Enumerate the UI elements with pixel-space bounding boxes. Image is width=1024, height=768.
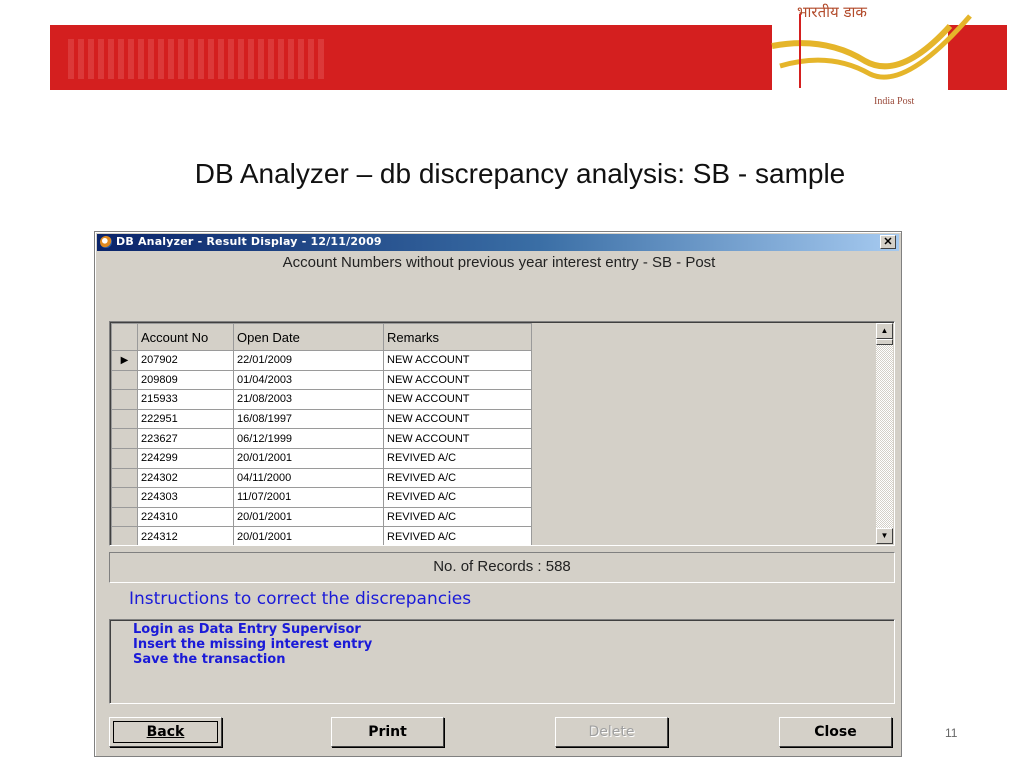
cell-open-date[interactable]: 21/08/2003 — [233, 389, 384, 410]
back-button-label: Back — [146, 724, 185, 740]
banner-faded-text — [68, 39, 328, 79]
app-icon — [100, 236, 112, 248]
instructions-box: Login as Data Entry Supervisor Insert th… — [109, 619, 895, 704]
row-pointer-icon[interactable]: ▶ — [111, 350, 138, 371]
table-row[interactable]: 224312 20/01/2001 REVIVED A/C — [111, 526, 532, 545]
row-selector[interactable] — [111, 467, 138, 489]
cell-remarks[interactable]: NEW ACCOUNT — [383, 428, 532, 449]
instructions-heading: Instructions to correct the discrepancie… — [129, 589, 472, 609]
row-selector-header — [111, 323, 138, 351]
table-row[interactable]: 223627 06/12/1999 NEW ACCOUNT — [111, 428, 532, 449]
logo-caption: India Post — [874, 96, 915, 107]
records-count: No. of Records : 588 — [109, 552, 895, 583]
row-selector[interactable] — [111, 408, 138, 430]
close-button-label: Close — [814, 724, 857, 740]
cell-open-date[interactable]: 20/01/2001 — [233, 447, 384, 469]
instruction-line: Login as Data Entry Supervisor — [133, 622, 361, 637]
cell-account-no[interactable]: 223627 — [137, 428, 234, 449]
close-icon[interactable]: ✕ — [880, 235, 896, 249]
scroll-down-icon[interactable]: ▼ — [876, 528, 893, 544]
cell-open-date[interactable]: 20/01/2001 — [233, 526, 384, 545]
row-selector[interactable] — [111, 428, 138, 449]
cell-account-no[interactable]: 224299 — [137, 447, 234, 469]
cell-remarks[interactable]: NEW ACCOUNT — [383, 350, 532, 371]
cell-account-no[interactable]: 224303 — [137, 487, 234, 508]
table-row[interactable]: 224310 20/01/2001 REVIVED A/C — [111, 506, 532, 528]
cell-remarks[interactable]: REVIVED A/C — [383, 526, 532, 545]
results-grid[interactable]: Account No Open Date Remarks ▶ 207902 22/0… — [109, 321, 895, 546]
cell-open-date[interactable]: 11/07/2001 — [233, 487, 384, 508]
cell-account-no[interactable]: 209809 — [137, 369, 234, 391]
table-row[interactable]: 209809 01/04/2003 NEW ACCOUNT — [111, 369, 532, 391]
slide-number: 11 — [945, 726, 958, 740]
row-selector[interactable] — [111, 506, 138, 528]
cell-account-no[interactable]: 222951 — [137, 408, 234, 430]
instruction-line: Save the transaction — [133, 652, 286, 667]
table-row[interactable]: 224299 20/01/2001 REVIVED A/C — [111, 447, 532, 469]
column-header-open-date[interactable]: Open Date — [233, 323, 384, 351]
cell-remarks[interactable]: NEW ACCOUNT — [383, 408, 532, 430]
cell-open-date[interactable]: 01/04/2003 — [233, 369, 384, 391]
cell-open-date[interactable]: 22/01/2009 — [233, 350, 384, 371]
cell-remarks[interactable]: REVIVED A/C — [383, 447, 532, 469]
cell-open-date[interactable]: 20/01/2001 — [233, 506, 384, 528]
cell-remarks[interactable]: REVIVED A/C — [383, 487, 532, 508]
table-row[interactable]: 224303 11/07/2001 REVIVED A/C — [111, 487, 532, 508]
table-row[interactable]: 224302 04/11/2000 REVIVED A/C — [111, 467, 532, 489]
print-button-label: Print — [368, 724, 407, 740]
cell-remarks[interactable]: REVIVED A/C — [383, 506, 532, 528]
table-row[interactable]: ▶ 207902 22/01/2009 NEW ACCOUNT — [111, 350, 532, 371]
india-post-logo-icon — [771, 14, 972, 88]
table-header-row: Account No Open Date Remarks — [111, 323, 532, 351]
delete-button[interactable]: Delete — [555, 717, 668, 747]
window-titlebar[interactable]: DB Analyzer - Result Display - 12/11/200… — [97, 234, 899, 251]
column-header-account-no[interactable]: Account No — [137, 323, 234, 351]
row-selector[interactable] — [111, 369, 138, 391]
table-row[interactable]: 222951 16/08/1997 NEW ACCOUNT — [111, 408, 532, 430]
cell-account-no[interactable]: 224302 — [137, 467, 234, 489]
cell-account-no[interactable]: 224312 — [137, 526, 234, 545]
back-button[interactable]: Back — [109, 717, 222, 747]
row-selector[interactable] — [111, 487, 138, 508]
row-selector[interactable] — [111, 447, 138, 469]
cell-remarks[interactable]: REVIVED A/C — [383, 467, 532, 489]
close-button[interactable]: Close — [779, 717, 892, 747]
row-selector[interactable] — [111, 389, 138, 410]
slide-title: DB Analyzer – db discrepancy analysis: S… — [194, 158, 846, 189]
results-table: Account No Open Date Remarks ▶ 207902 22/0… — [111, 323, 532, 545]
column-header-remarks[interactable]: Remarks — [383, 323, 532, 351]
vertical-scrollbar[interactable]: ▲ ▼ — [876, 323, 893, 544]
db-analyzer-window: DB Analyzer - Result Display - 12/11/200… — [94, 231, 902, 757]
instruction-line: Insert the missing interest entry — [133, 637, 373, 652]
cell-account-no[interactable]: 215933 — [137, 389, 234, 410]
row-selector[interactable] — [111, 526, 138, 545]
cell-remarks[interactable]: NEW ACCOUNT — [383, 389, 532, 410]
cell-open-date[interactable]: 04/11/2000 — [233, 467, 384, 489]
scroll-thumb[interactable] — [876, 339, 893, 345]
cell-open-date[interactable]: 16/08/1997 — [233, 408, 384, 430]
cell-remarks[interactable]: NEW ACCOUNT — [383, 369, 532, 391]
result-caption: Account Numbers without previous year in… — [282, 254, 716, 271]
print-button[interactable]: Print — [331, 717, 444, 747]
cell-account-no[interactable]: 224310 — [137, 506, 234, 528]
cell-account-no[interactable]: 207902 — [137, 350, 234, 371]
cell-open-date[interactable]: 06/12/1999 — [233, 428, 384, 449]
delete-button-label: Delete — [588, 724, 635, 740]
scroll-up-icon[interactable]: ▲ — [876, 323, 893, 339]
window-title: DB Analyzer - Result Display - 12/11/200… — [116, 235, 382, 248]
table-row[interactable]: 215933 21/08/2003 NEW ACCOUNT — [111, 389, 532, 410]
